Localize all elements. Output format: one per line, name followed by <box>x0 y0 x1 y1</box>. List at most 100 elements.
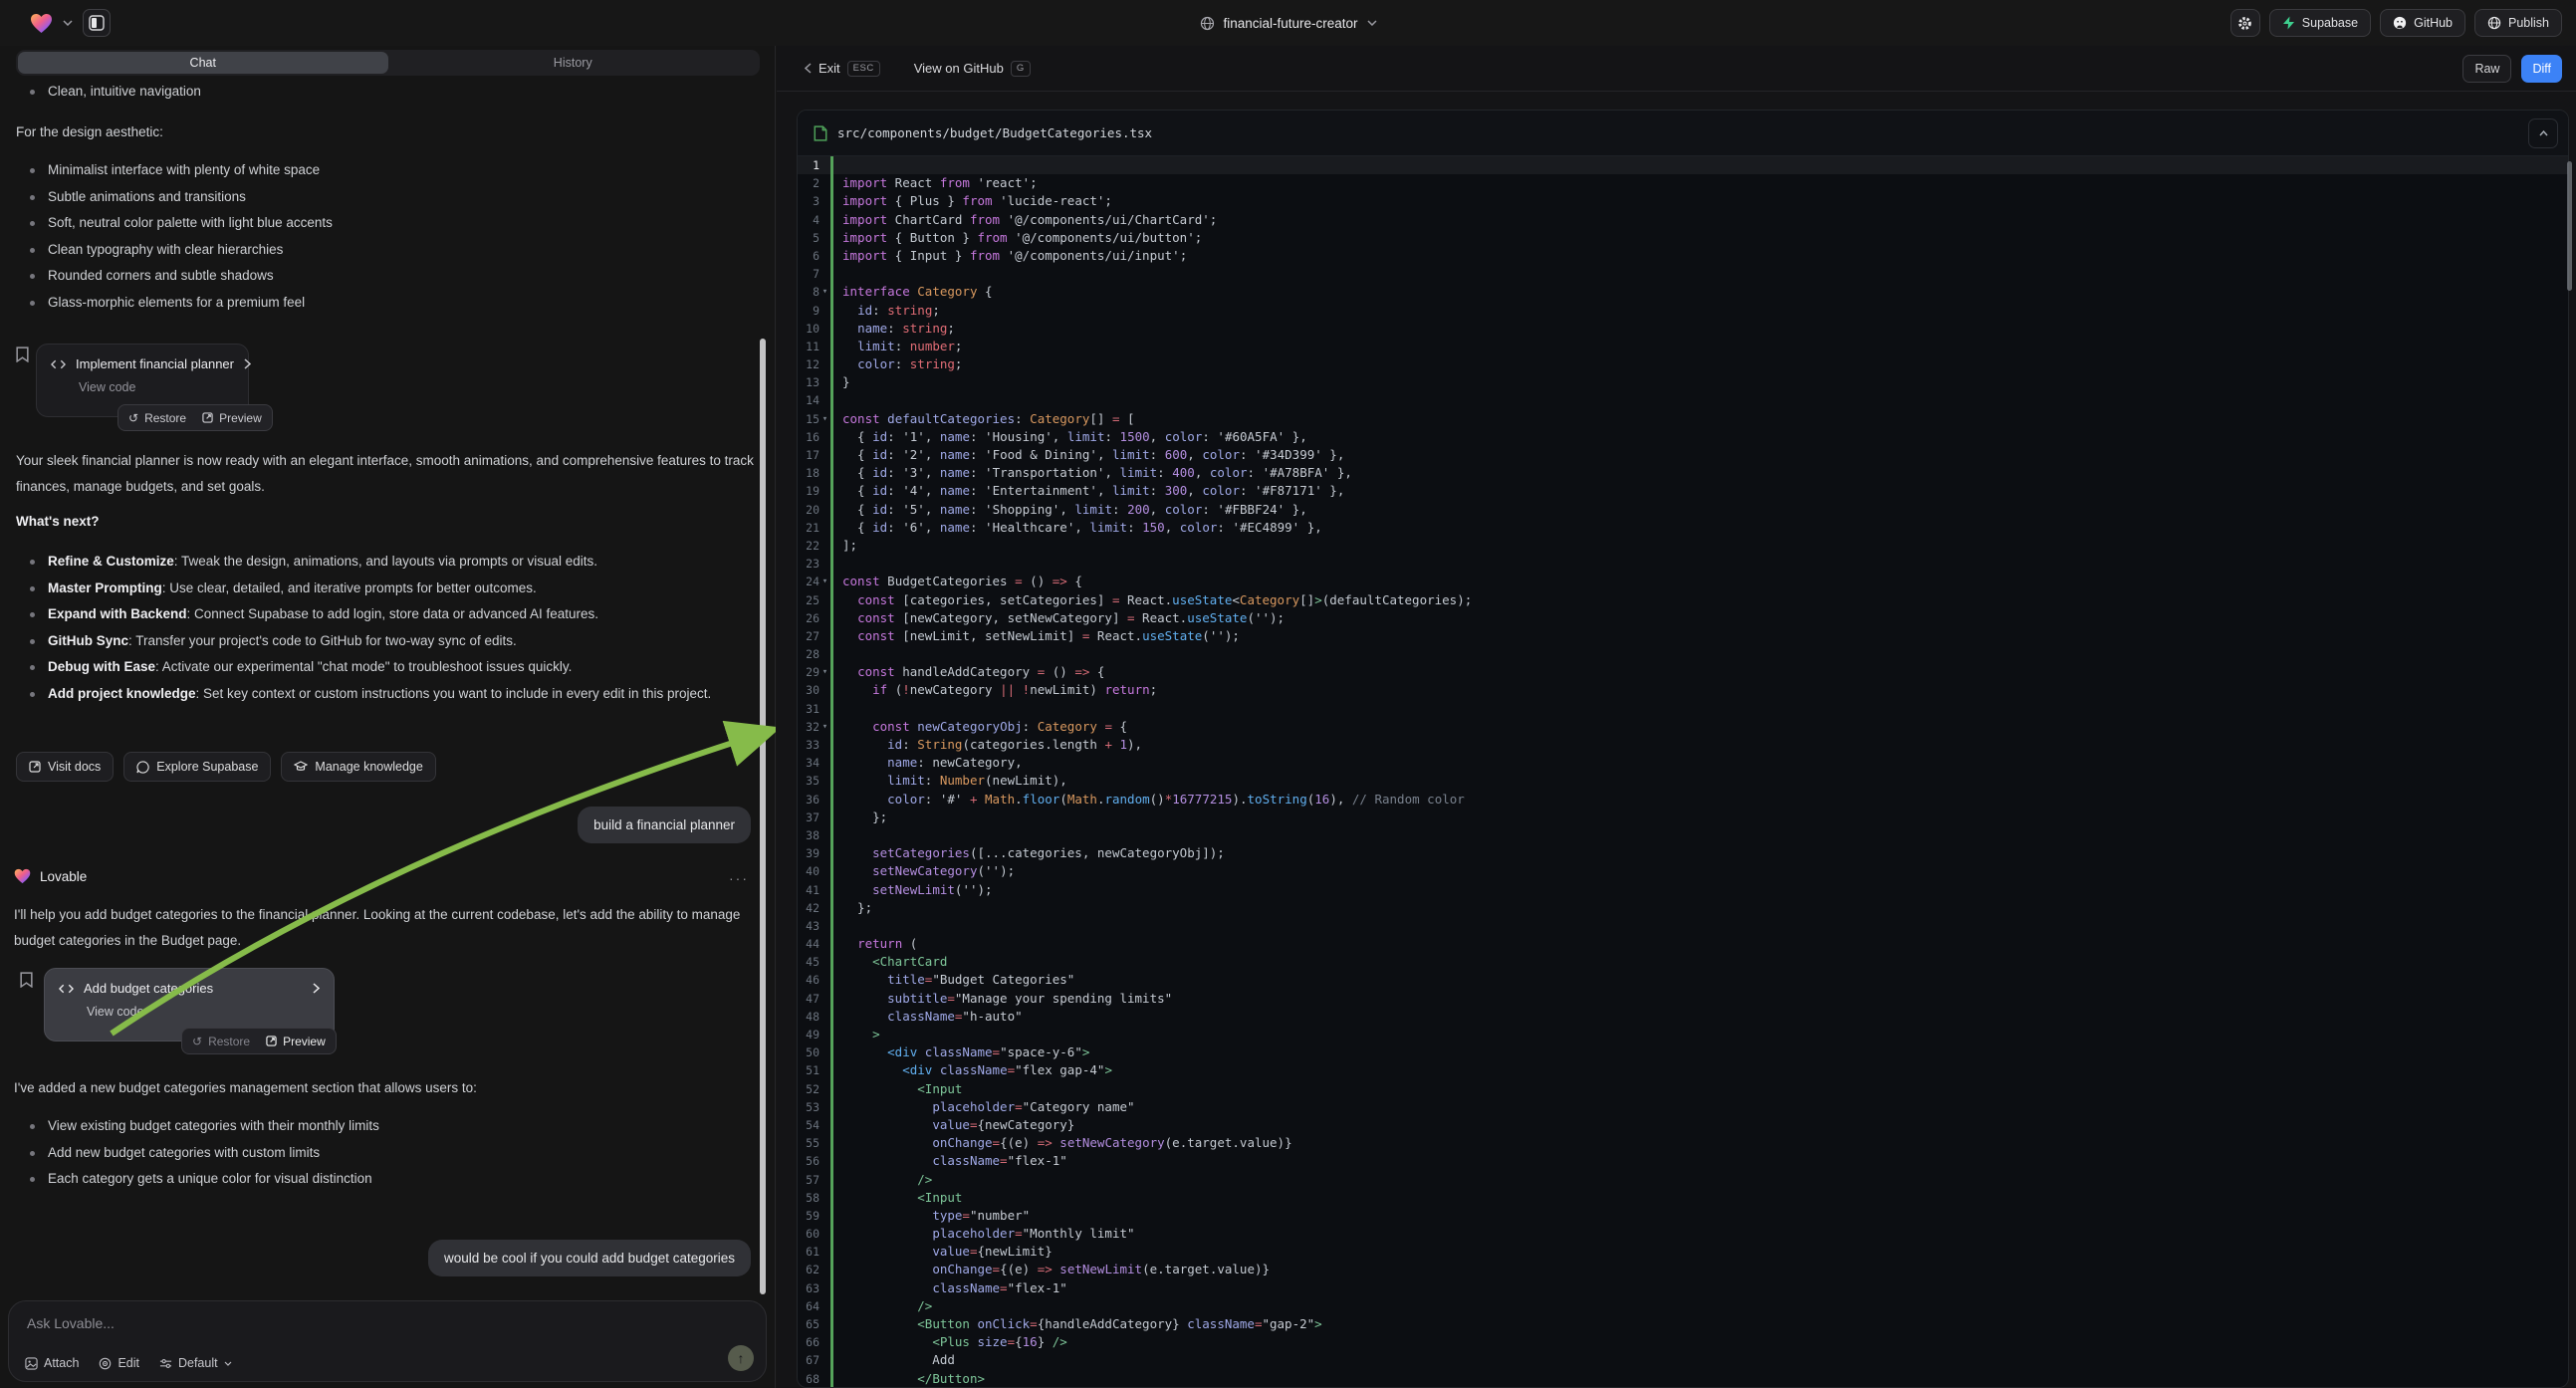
preview-button[interactable]: Preview <box>266 1035 326 1048</box>
manage-knowledge-button[interactable]: Manage knowledge <box>281 752 435 782</box>
fold-chevron-icon <box>820 501 830 519</box>
chevron-right-icon[interactable] <box>313 983 320 994</box>
fold-chevron-icon[interactable]: ▾ <box>820 718 830 736</box>
code-line: 10 name: string; <box>798 320 2568 338</box>
manage-knowledge-label: Manage knowledge <box>315 760 422 774</box>
visit-docs-button[interactable]: Visit docs <box>16 752 114 782</box>
code-line: 12 color: string; <box>798 355 2568 373</box>
fold-chevron-icon <box>820 627 830 645</box>
fold-chevron-icon[interactable]: ▾ <box>820 283 830 301</box>
explore-supabase-button[interactable]: Explore Supabase <box>123 752 271 782</box>
top-bar: financial-future-creator Supabase GitHub <box>0 0 2576 46</box>
edit-label: Edit <box>117 1356 139 1370</box>
chevron-right-icon[interactable] <box>244 358 251 369</box>
line-number: 32 <box>798 718 820 736</box>
restore-icon: ↺ <box>192 1035 202 1048</box>
code-line: 31 <box>798 700 2568 718</box>
assistant-name: Lovable <box>40 869 87 884</box>
list-item: Rounded corners and subtle shadows <box>16 263 753 290</box>
diff-added-gutter <box>830 247 833 265</box>
restore-icon: ↺ <box>128 411 138 425</box>
chat-scrollbar-thumb[interactable] <box>760 339 766 1294</box>
fold-chevron-icon <box>820 1026 830 1043</box>
publish-button[interactable]: Publish <box>2474 9 2562 37</box>
code-line: 19 { id: '4', name: 'Entertainment', lim… <box>798 482 2568 500</box>
send-button[interactable]: ↑ <box>728 1345 754 1371</box>
line-number: 8 <box>798 283 820 301</box>
diff-added-gutter <box>830 1243 833 1261</box>
fold-chevron-icon <box>820 1189 830 1207</box>
supabase-button[interactable]: Supabase <box>2269 9 2371 37</box>
line-number: 52 <box>798 1080 820 1098</box>
exit-button[interactable]: Exit ESC <box>805 61 880 77</box>
github-label: GitHub <box>2414 16 2453 30</box>
message-menu-button[interactable]: ··· <box>729 870 749 886</box>
diff-added-gutter <box>830 320 833 338</box>
code-line: 55 onChange={(e) => setNewCategory(e.tar… <box>798 1134 2568 1152</box>
fold-chevron-icon <box>820 1080 830 1098</box>
code-line: 36 color: '#' + Math.floor(Math.random()… <box>798 791 2568 809</box>
diff-added-gutter <box>830 754 833 772</box>
line-number: 56 <box>798 1152 820 1170</box>
workspace-chevron-down-icon[interactable] <box>63 20 73 26</box>
fold-chevron-icon <box>820 899 830 917</box>
mode-selector[interactable]: Default <box>159 1356 232 1370</box>
line-number: 5 <box>798 229 820 247</box>
bookmark-icon[interactable] <box>16 347 29 362</box>
code-line: 46 title="Budget Categories" <box>798 971 2568 989</box>
fold-chevron-icon <box>820 391 830 409</box>
code-line: 26 const [newCategory, setNewCategory] =… <box>798 609 2568 627</box>
edit-button[interactable]: Edit <box>99 1356 139 1370</box>
composer[interactable]: Ask Lovable... Attach Edit Default <box>8 1300 767 1382</box>
line-number: 61 <box>798 1243 820 1261</box>
line-number: 27 <box>798 627 820 645</box>
code-line: 51 <div className="flex gap-4"> <box>798 1061 2568 1079</box>
fold-chevron-icon[interactable]: ▾ <box>820 410 830 428</box>
github-button[interactable]: GitHub <box>2380 9 2465 37</box>
diff-added-gutter <box>830 283 833 301</box>
collapse-file-button[interactable] <box>2528 118 2558 148</box>
composer-placeholder: Ask Lovable... <box>27 1315 115 1331</box>
design-aesthetic-heading: For the design aesthetic: <box>16 119 753 145</box>
line-number: 15 <box>798 410 820 428</box>
line-number: 14 <box>798 391 820 409</box>
tab-chat[interactable]: Chat <box>18 52 388 74</box>
diff-toggle-button[interactable]: Diff <box>2521 55 2562 83</box>
view-code-link[interactable]: View code <box>87 1005 320 1019</box>
code-brackets-icon <box>59 984 74 994</box>
lovable-logo-heart-icon[interactable] <box>30 13 53 34</box>
code-scrollbar-thumb[interactable] <box>2567 161 2572 291</box>
diff-added-gutter <box>830 791 833 809</box>
project-switcher[interactable]: financial-future-creator <box>1199 0 1376 46</box>
diff-added-gutter <box>830 1043 833 1061</box>
bookmark-icon[interactable] <box>20 972 33 988</box>
fold-chevron-icon <box>820 1315 830 1333</box>
attach-button[interactable]: Attach <box>25 1356 79 1370</box>
line-number: 47 <box>798 990 820 1008</box>
raw-toggle-button[interactable]: Raw <box>2462 55 2511 83</box>
fold-chevron-icon[interactable]: ▾ <box>820 573 830 590</box>
line-number: 19 <box>798 482 820 500</box>
code-line: 45 <ChartCard <box>798 953 2568 971</box>
view-on-github-button[interactable]: View on GitHub G <box>914 61 1031 77</box>
fold-chevron-icon <box>820 192 830 210</box>
tab-history[interactable]: History <box>388 52 759 74</box>
diff-added-gutter <box>830 1351 833 1369</box>
list-item: Debug with Ease: Activate our experiment… <box>16 654 753 681</box>
restore-label: Restore <box>208 1035 250 1048</box>
fold-chevron-icon <box>820 1008 830 1026</box>
code-line: 56 className="flex-1" <box>798 1152 2568 1170</box>
fold-chevron-icon <box>820 1351 830 1369</box>
preview-button[interactable]: Preview <box>202 411 262 425</box>
toggle-sidebar-button[interactable] <box>83 9 111 37</box>
file-header[interactable]: src/components/budget/BudgetCategories.t… <box>798 111 2568 156</box>
code-line: 38 <box>798 826 2568 844</box>
view-code-link[interactable]: View code <box>79 380 234 394</box>
restore-button[interactable]: ↺ Restore <box>128 411 186 425</box>
fold-chevron-icon <box>820 428 830 446</box>
line-number: 2 <box>798 174 820 192</box>
settings-button[interactable] <box>2230 9 2260 37</box>
restore-button[interactable]: ↺ Restore <box>192 1035 250 1048</box>
code-editor[interactable]: 12import React from 'react';3import { Pl… <box>798 156 2568 1388</box>
fold-chevron-icon[interactable]: ▾ <box>820 663 830 681</box>
